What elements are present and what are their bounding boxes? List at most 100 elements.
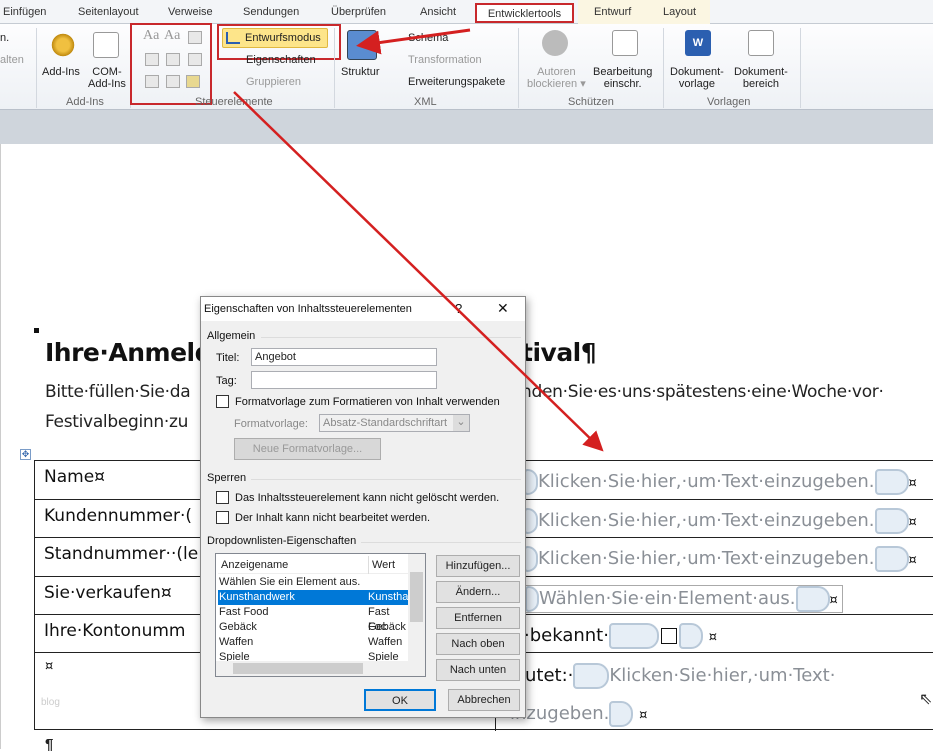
transformation-button[interactable]: Transformation xyxy=(408,54,482,66)
design-mode-button[interactable]: Entwurfsmodus xyxy=(222,28,328,48)
control-handle xyxy=(524,546,538,572)
style-label: Formatvorlage: xyxy=(234,418,308,430)
lock-delete-checkbox[interactable] xyxy=(216,491,229,504)
date-content-control[interactable]: utet:· Klicken·Sie·hier,·um·Text· xyxy=(525,663,835,689)
tab-einfuegen[interactable]: Einfügen xyxy=(3,6,46,18)
control-handle xyxy=(608,623,659,649)
date-picker-control-icon[interactable] xyxy=(145,75,159,88)
group-label-protect: Schützen xyxy=(568,96,614,108)
remove-button[interactable]: Entfernen xyxy=(436,607,520,629)
ok-button[interactable]: OK xyxy=(364,689,436,711)
vertical-scrollbar[interactable] xyxy=(408,554,425,661)
block-authors-icon xyxy=(542,30,568,56)
tab-layout[interactable]: Layout xyxy=(663,6,696,18)
intro-text-right: nden·Sie·es·uns·spätestens·eine·Woche·vo… xyxy=(521,382,884,402)
list-item-selected[interactable]: Kunsthandwerk Kunsthar xyxy=(218,590,412,605)
rich-text-control-icon[interactable]: Aa xyxy=(143,29,159,43)
row-label: Standnummer··(le xyxy=(44,544,199,564)
item-name: Waffen xyxy=(219,636,254,648)
new-style-button[interactable]: Neue Formatvorlage... xyxy=(234,438,381,460)
cancel-button[interactable]: Abbrechen xyxy=(448,689,520,711)
item-name: Spiele xyxy=(219,651,250,661)
checkbox[interactable] xyxy=(660,628,677,644)
schema-button[interactable]: Schema xyxy=(408,32,448,44)
checkbox-control-icon[interactable] xyxy=(166,75,180,88)
dialog-title-bar: Eigenschaften von Inhaltssteuerelementen… xyxy=(201,297,525,321)
dropdown-content-control[interactable]: Wählen·Sie·ein·Element·aus. ¤ xyxy=(524,585,843,613)
restrict-editing-button[interactable]: Bearbeitung einschr. xyxy=(593,66,652,90)
document-template-button[interactable]: Dokument-vorlage xyxy=(670,66,724,90)
text-content-control[interactable]: Klicken·Sie·hier,·um·Text·einzugeben. ¤ xyxy=(524,469,917,495)
label: Autoren xyxy=(537,66,576,78)
tab-seitenlayout[interactable]: Seitenlayout xyxy=(78,6,139,18)
section-dropdown: Dropdownlisten-Eigenschaften xyxy=(207,535,357,547)
dropdown-control-icon[interactable] xyxy=(188,53,202,66)
scrollbar-thumb[interactable] xyxy=(410,572,423,622)
label: ·bekannt· xyxy=(524,625,609,646)
restrict-editing-lock-icon xyxy=(612,30,638,56)
ruler-area xyxy=(0,110,933,144)
expansion-packs-button[interactable]: Erweiterungspakete xyxy=(408,76,505,88)
lock-edit-checkbox[interactable] xyxy=(216,511,229,524)
block-authors-button[interactable]: Autoren blockieren ▾ xyxy=(527,66,586,90)
column-header-value[interactable]: Wert xyxy=(368,556,395,574)
legacy-tools-icon[interactable] xyxy=(186,75,200,88)
ribbon-tabs: Einfügen Seitenlayout Verweise Sendungen… xyxy=(0,0,933,24)
tag-label: Tag: xyxy=(216,375,237,387)
edit-button[interactable]: Ändern... xyxy=(436,581,520,603)
horizontal-scrollbar[interactable] xyxy=(216,661,425,676)
group-button[interactable]: Gruppieren xyxy=(246,76,301,88)
tab-entwurf[interactable]: Entwurf xyxy=(594,6,631,18)
plain-text-control-icon[interactable]: Aa xyxy=(164,29,180,43)
move-down-button[interactable]: Nach unten xyxy=(436,659,520,681)
control-handle xyxy=(525,586,539,612)
column-header-name[interactable]: Anzeigename xyxy=(221,556,288,574)
tag-input[interactable] xyxy=(251,371,437,389)
tab-sendungen[interactable]: Sendungen xyxy=(243,6,299,18)
list-item[interactable]: Waffen Waffen xyxy=(218,635,408,650)
structure-button[interactable]: Struktur xyxy=(341,66,380,78)
design-mode-label: Entwurfsmodus xyxy=(245,32,321,44)
tab-ueberpruefen[interactable]: Überprüfen xyxy=(331,6,386,18)
watermark: blog xyxy=(41,697,60,708)
row-label: Name¤ xyxy=(44,467,105,487)
placeholder-text: Klicken·Sie·hier,·um·Text· xyxy=(609,665,836,686)
chevron-down-icon: ⌄ xyxy=(453,415,469,431)
tab-entwicklertools[interactable]: Entwicklertools xyxy=(475,3,574,23)
title-input[interactable]: Angebot xyxy=(251,348,437,366)
properties-button[interactable]: Eigenschaften xyxy=(246,54,316,66)
checkbox-content-control[interactable]: ·bekannt· ¤ xyxy=(524,623,717,649)
list-item[interactable]: Wählen Sie ein Element aus. xyxy=(218,575,408,590)
list-item[interactable]: Gebäck Gebäck xyxy=(218,620,408,635)
help-button[interactable]: ? xyxy=(455,301,462,316)
add-button[interactable]: Hinzufügen... xyxy=(436,555,520,577)
tab-ansicht[interactable]: Ansicht xyxy=(420,6,456,18)
com-add-ins-button[interactable]: COM- Add-Ins xyxy=(88,66,126,90)
control-end-tag xyxy=(795,586,830,612)
label: blockieren xyxy=(527,78,578,90)
combo-box-control-icon[interactable] xyxy=(166,53,180,66)
document-panel-button[interactable]: Dokument-bereich xyxy=(734,66,788,90)
style-select[interactable]: Absatz-Standardschriftart ⌄ xyxy=(319,414,470,432)
cell-end: ¤ xyxy=(829,593,838,608)
group-label-xml: XML xyxy=(414,96,437,108)
scrollbar-thumb[interactable] xyxy=(233,663,363,674)
table-move-handle-icon[interactable]: ✥ xyxy=(20,449,31,460)
tab-verweise[interactable]: Verweise xyxy=(168,6,213,18)
divider xyxy=(261,337,521,338)
text-content-control[interactable]: Klicken·Sie·hier,·um·Text·einzugeben. ¤ xyxy=(524,508,917,534)
move-up-button[interactable]: Nach oben xyxy=(436,633,520,655)
close-button[interactable]: ✕ xyxy=(497,300,509,317)
structure-icon xyxy=(347,30,377,60)
cell-end: ¤ xyxy=(708,630,717,645)
add-ins-button[interactable]: Add-Ins xyxy=(42,66,80,78)
list-item[interactable]: Spiele Spiele xyxy=(218,650,408,661)
list-item[interactable]: Fast Food Fast Foc xyxy=(218,605,408,633)
text-content-control[interactable]: Klicken·Sie·hier,·um·Text·einzugeben. ¤ xyxy=(524,546,917,572)
picture-control-icon[interactable] xyxy=(188,31,202,44)
group-label-add-ins: Add-Ins xyxy=(66,96,104,108)
building-block-control-icon[interactable] xyxy=(145,53,159,66)
dropdown-items-list[interactable]: Anzeigename Wert Wählen Sie ein Element a… xyxy=(215,553,426,677)
use-style-checkbox[interactable] xyxy=(216,395,229,408)
section-locking: Sperren xyxy=(207,472,247,484)
